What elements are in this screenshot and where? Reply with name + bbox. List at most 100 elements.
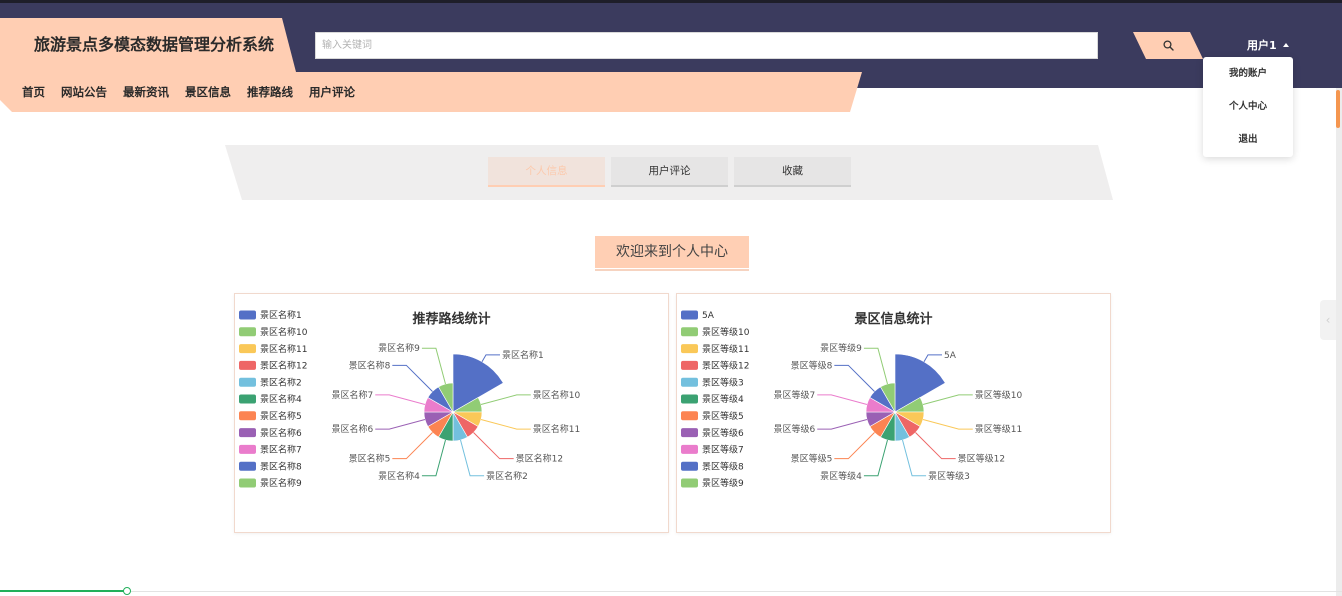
site-title: 旅游景点多模态数据管理分析系统: [34, 35, 275, 54]
slice-label-line: [915, 432, 956, 460]
nav-item-home[interactable]: 首页: [22, 84, 45, 100]
slice-label-line: [421, 439, 446, 477]
slice-label: 景区名称8: [349, 359, 391, 371]
user-name: 用户1: [1247, 39, 1277, 52]
legend-item[interactable]: 景区等级12: [681, 360, 749, 372]
slice-label-line: [817, 394, 868, 405]
legend-label: 景区等级4: [702, 393, 744, 405]
rose-pie-chart-routes: 景区名称1 景区名称10 景区名称11 景区名称12 景区名称2 景区名称4 景区名称5 景区…: [239, 309, 581, 489]
tab-personal-info[interactable]: 个人信息: [488, 157, 605, 187]
menu-item-my-account[interactable]: 我的账户: [1203, 57, 1293, 90]
slice-label-line: [375, 419, 426, 430]
search-icon: [1162, 40, 1174, 51]
legend-label: 景区名称8: [260, 460, 302, 472]
legend-label: 景区名称4: [260, 393, 302, 405]
slice-label: 景区等级6: [774, 423, 816, 435]
rose-pie-chart-scenic: 5A 景区等级10 景区等级11 景区等级12 景区等级3 景区等级4 景区等级5 景区等级6…: [681, 310, 1023, 489]
legend-swatch: [239, 377, 256, 387]
slice-label: 景区名称4: [378, 470, 420, 482]
nav-item-reviews[interactable]: 用户评论: [309, 84, 355, 100]
slice-label: 景区名称12: [516, 453, 563, 465]
legend-item[interactable]: 景区等级3: [681, 376, 744, 388]
legend-item[interactable]: 景区等级5: [681, 410, 744, 422]
legend-item[interactable]: 景区等级10: [681, 326, 750, 338]
slice-label-line: [392, 364, 433, 392]
user-dropdown-menu: 我的账户 个人中心 退出: [1203, 57, 1293, 157]
legend-item[interactable]: 景区等级6: [681, 427, 744, 439]
legend-label: 景区名称12: [260, 360, 307, 372]
slice-label: 景区等级7: [774, 389, 816, 401]
legend-swatch: [239, 478, 256, 488]
slice-label-line: [473, 432, 514, 460]
legend-swatch: [239, 327, 256, 337]
legend-label: 景区名称7: [260, 444, 302, 456]
legend-label: 景区名称6: [260, 427, 302, 439]
legend-label: 景区名称9: [260, 477, 302, 489]
side-float-button[interactable]: ‹: [1320, 300, 1336, 340]
page-title: 欢迎来到个人中心: [595, 236, 749, 268]
legend-swatch: [681, 411, 698, 421]
legend-item[interactable]: 景区名称9: [239, 477, 302, 489]
slice-label: 景区等级5: [791, 453, 833, 465]
slice-label: 景区名称1: [502, 349, 544, 361]
legend-swatch: [681, 377, 698, 387]
legend-item[interactable]: 景区名称10: [239, 326, 308, 338]
legend-item[interactable]: 景区等级11: [681, 343, 749, 355]
legend-item[interactable]: 景区名称5: [239, 410, 302, 422]
legend-swatch: [681, 444, 698, 454]
menu-item-personal-center[interactable]: 个人中心: [1203, 90, 1293, 123]
progress-track[interactable]: [0, 591, 1342, 592]
legend-item[interactable]: 景区名称2: [239, 376, 302, 388]
legend-item[interactable]: 景区名称12: [239, 360, 307, 372]
legend-item[interactable]: 景区名称11: [239, 343, 307, 355]
legend-item[interactable]: 景区等级9: [681, 477, 744, 489]
legend-item[interactable]: 景区名称4: [239, 393, 302, 405]
nav-item-announcements[interactable]: 网站公告: [61, 84, 107, 100]
slice-label: 景区等级10: [975, 389, 1023, 401]
progress-fill: [0, 590, 128, 592]
nav-item-news[interactable]: 最新资讯: [123, 84, 169, 100]
slice-label-line: [817, 419, 868, 430]
slice-label-line: [834, 364, 875, 392]
legend-swatch: [681, 428, 698, 438]
menu-item-logout[interactable]: 退出: [1203, 123, 1293, 156]
slice-label-line: [421, 347, 446, 385]
search-input[interactable]: [315, 32, 1098, 59]
legend-label: 景区等级9: [702, 477, 744, 489]
legend-item[interactable]: 景区等级8: [681, 460, 744, 472]
chart-card-routes: 景区名称1 景区名称10 景区名称11 景区名称12 景区名称2 景区名称4 景区名称5 景区…: [234, 293, 669, 533]
legend-item[interactable]: 景区名称7: [239, 444, 302, 456]
legend-label: 景区等级10: [702, 326, 750, 338]
legend-label: 景区等级12: [702, 360, 749, 372]
legend-swatch: [681, 461, 698, 471]
page-title-underline: [595, 269, 749, 271]
slice-label: 景区等级8: [791, 359, 833, 371]
legend-swatch: [239, 411, 256, 421]
slice-label: 景区名称7: [332, 389, 374, 401]
progress-handle[interactable]: [123, 587, 132, 595]
tab-user-reviews[interactable]: 用户评论: [611, 157, 728, 187]
legend-item[interactable]: 景区名称6: [239, 427, 302, 439]
legend-label: 景区等级11: [702, 343, 749, 355]
nav-item-scenic-info[interactable]: 景区信息: [185, 84, 231, 100]
chart-title: 景区信息统计: [854, 312, 933, 327]
slice-label-line: [834, 432, 875, 460]
user-menu-toggle[interactable]: 用户1: [1247, 38, 1289, 52]
page-scrollbar[interactable]: [1336, 88, 1342, 596]
chevron-left-icon: ‹: [1325, 313, 1331, 327]
slice-label: 景区名称10: [533, 389, 581, 401]
legend-swatch: [239, 394, 256, 404]
scrollbar-thumb[interactable]: [1336, 90, 1340, 128]
legend-swatch: [681, 394, 698, 404]
slice-label-line: [460, 439, 485, 477]
legend-item[interactable]: 景区名称8: [239, 460, 302, 472]
tab-favorites[interactable]: 收藏: [734, 157, 851, 187]
legend-swatch: [239, 344, 256, 354]
legend-label: 景区名称5: [260, 410, 302, 422]
legend-item[interactable]: 景区等级7: [681, 444, 744, 456]
slice-label-line: [902, 439, 927, 477]
legend-item[interactable]: 景区等级4: [681, 393, 744, 405]
legend-label: 景区等级8: [702, 460, 744, 472]
slice-label-line: [863, 439, 888, 477]
nav-item-routes[interactable]: 推荐路线: [247, 84, 293, 100]
